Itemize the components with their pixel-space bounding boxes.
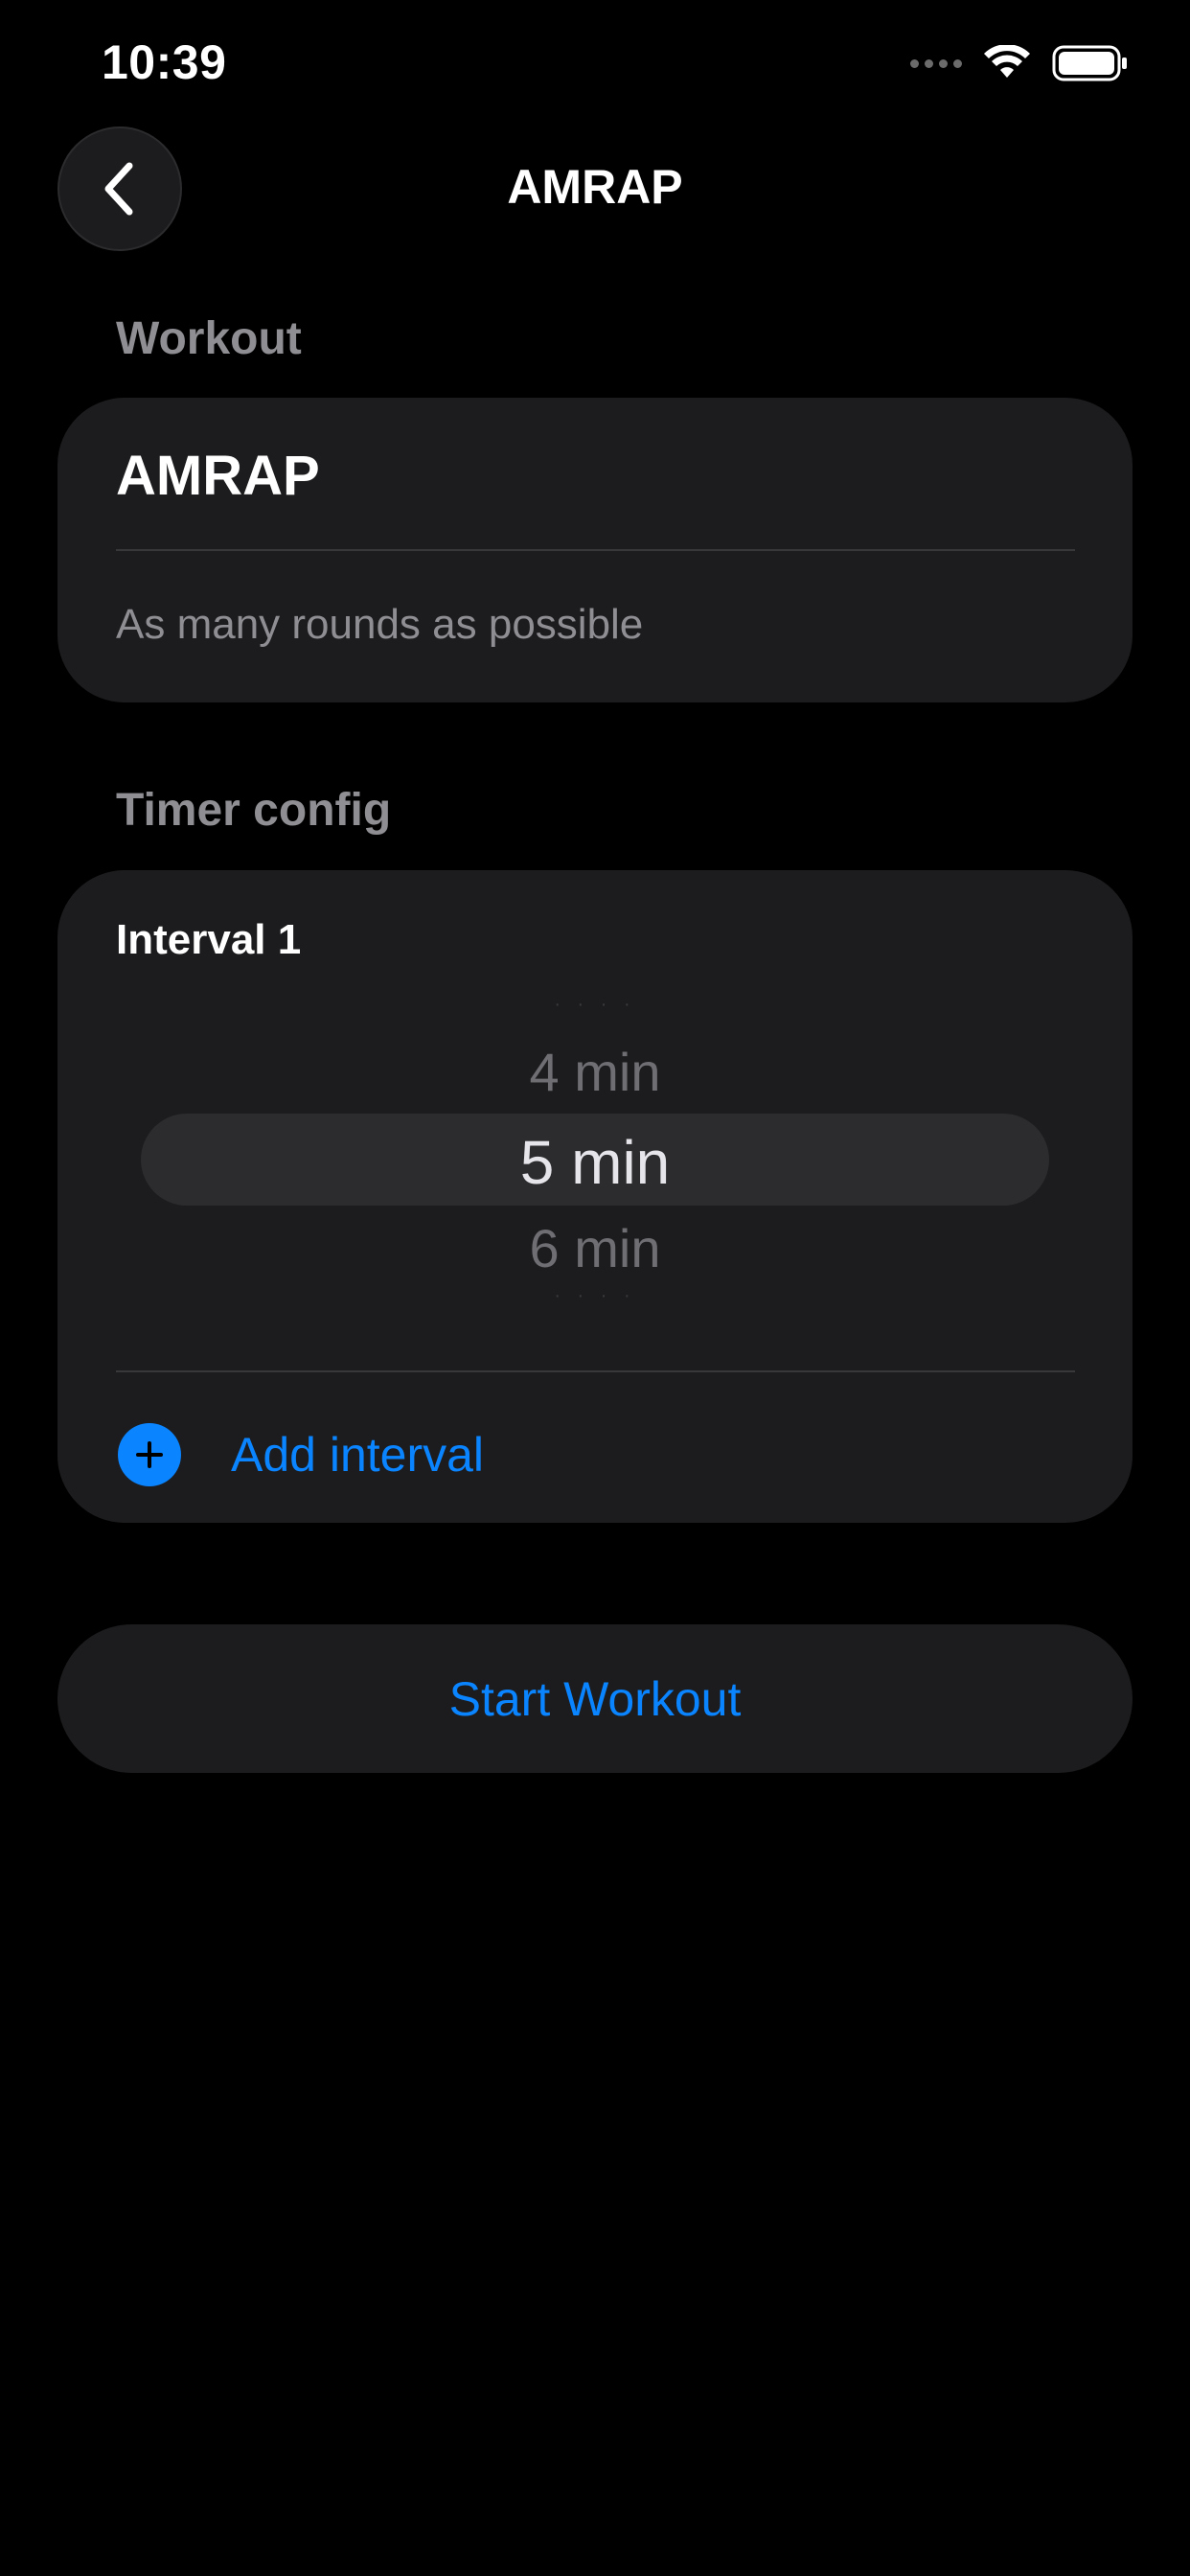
battery-icon — [1052, 45, 1127, 81]
cellular-signal-icon — [910, 58, 962, 68]
interval-label: Interval 1 — [116, 916, 302, 963]
status-icons — [910, 44, 1129, 82]
timer-config-card: Interval 1 · · · · 4 min 5 min 6 min · ·… — [57, 870, 1133, 1523]
picker-faint-top: · · · · — [554, 994, 636, 1015]
add-interval-button[interactable]: Add interval — [116, 1416, 484, 1493]
workout-card: AMRAP As many rounds as possible — [57, 398, 1133, 702]
add-interval-label: Add interval — [231, 1428, 485, 1482]
status-time: 10:39 — [102, 35, 227, 89]
picker-option-previous[interactable]: 4 min — [57, 1041, 1133, 1103]
workout-section-header: Workout — [116, 313, 302, 364]
workout-name: AMRAP — [116, 445, 320, 507]
page-title: AMRAP — [507, 160, 683, 214]
workout-description: As many rounds as possible — [116, 601, 644, 648]
picker-option-next[interactable]: 6 min — [57, 1217, 1133, 1279]
picker-option-selected[interactable]: 5 min — [57, 1127, 1133, 1198]
wifi-icon — [984, 45, 1030, 78]
plus-circle-icon — [118, 1423, 181, 1486]
start-workout-button[interactable]: Start Workout — [57, 1624, 1133, 1773]
divider — [116, 549, 1075, 551]
start-workout-label: Start Workout — [448, 1671, 742, 1726]
status-bar: 10:39 — [0, 0, 1190, 125]
divider — [116, 1370, 1075, 1372]
timer-section-header: Timer config — [116, 785, 392, 836]
picker-faint-bottom: · · · · — [554, 1285, 636, 1306]
